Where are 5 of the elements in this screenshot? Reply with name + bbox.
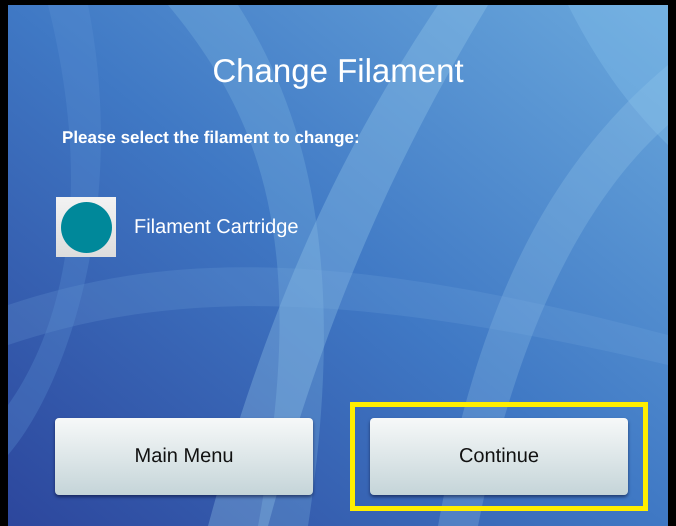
- main-menu-button[interactable]: Main Menu: [55, 418, 313, 495]
- screen-title: Change Filament: [211, 51, 465, 91]
- instruction-text: Please select the filament to change:: [62, 127, 361, 149]
- continue-button[interactable]: Continue: [370, 418, 628, 495]
- filament-label[interactable]: Filament Cartridge: [134, 215, 299, 239]
